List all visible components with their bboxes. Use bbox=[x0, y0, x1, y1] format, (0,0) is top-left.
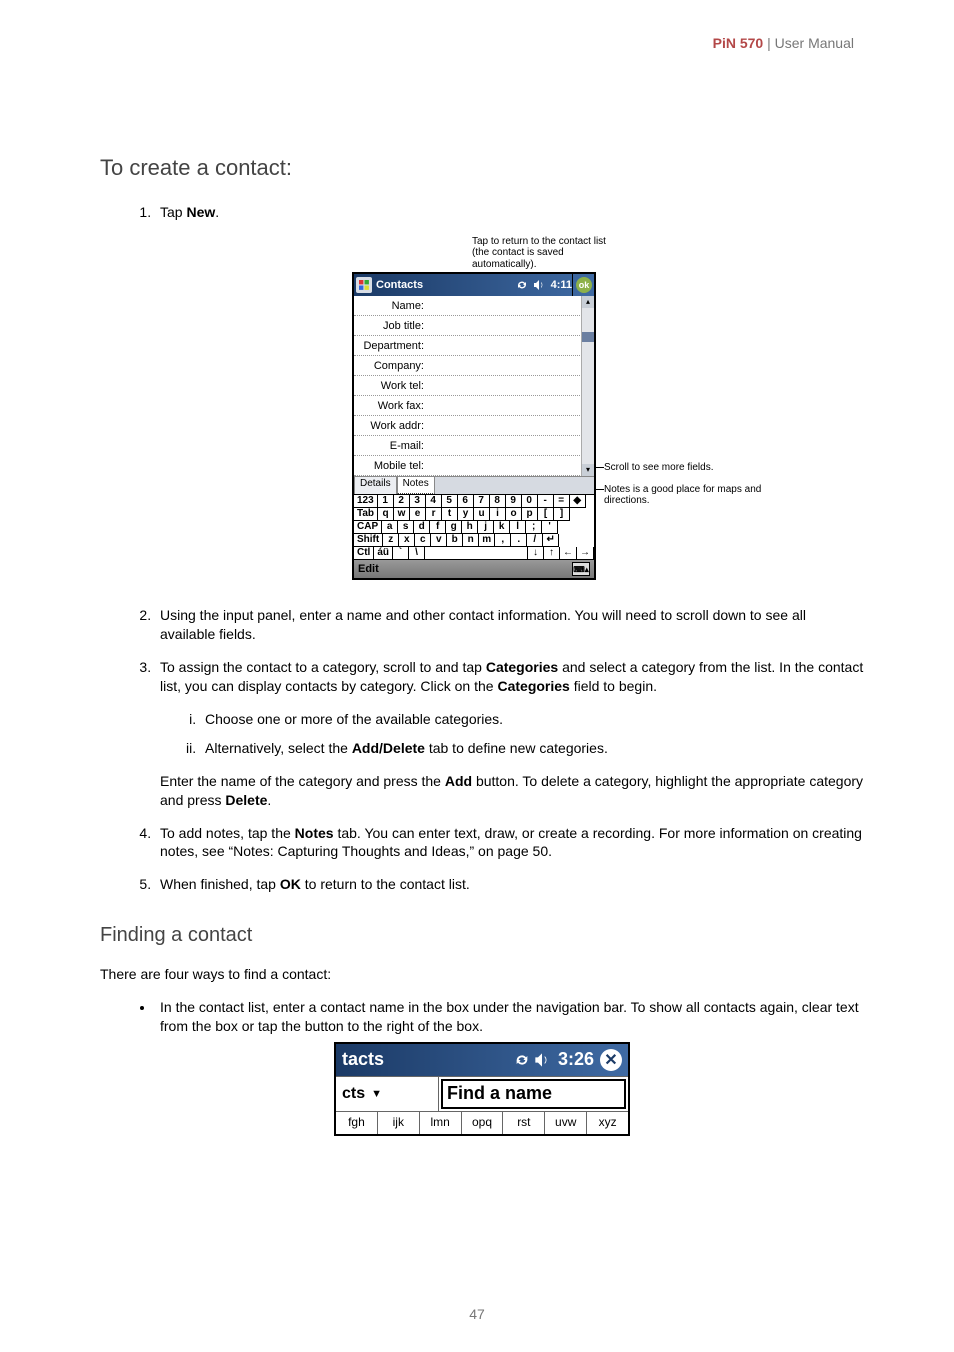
tab-details[interactable]: Details bbox=[354, 477, 397, 494]
alpha-tab[interactable]: uvw bbox=[545, 1112, 587, 1134]
field-label: Company: bbox=[356, 360, 427, 372]
alpha-tab[interactable]: fgh bbox=[336, 1112, 378, 1134]
department-input[interactable] bbox=[427, 339, 594, 353]
find-input[interactable]: Find a name bbox=[441, 1079, 626, 1109]
alpha-tab[interactable]: lmn bbox=[420, 1112, 462, 1134]
step-3ii: Alternatively, select the Add/Delete tab… bbox=[200, 739, 864, 758]
tab-notes[interactable]: Notes bbox=[397, 477, 435, 494]
dropdown-icon: ▼ bbox=[371, 1088, 382, 1100]
clock-time-2: 3:26 bbox=[558, 1049, 594, 1070]
scroll-up-icon[interactable]: ▴ bbox=[582, 296, 594, 308]
field-label: Work tel: bbox=[356, 380, 427, 392]
callout-ok: Tap to return to the contact list (the c… bbox=[472, 236, 622, 271]
edit-menu[interactable]: Edit bbox=[358, 563, 379, 575]
step-2: Using the input panel, enter a name and … bbox=[155, 606, 864, 644]
callout-notes: Notes is a good place for maps and direc… bbox=[604, 484, 774, 507]
jobtitle-input[interactable] bbox=[427, 319, 594, 333]
start-icon[interactable] bbox=[356, 277, 372, 293]
bottom-bar: Edit ⌨▴ bbox=[354, 560, 594, 578]
fields-scrollbar[interactable]: ▴ ▾ bbox=[581, 296, 594, 476]
mobiletel-input[interactable] bbox=[427, 459, 594, 473]
filter-dropdown[interactable]: cts ▼ bbox=[336, 1077, 439, 1111]
alpha-tab[interactable]: rst bbox=[503, 1112, 545, 1134]
step-4: To add notes, tap the Notes tab. You can… bbox=[155, 824, 864, 862]
sync-icon bbox=[516, 279, 528, 291]
title-bar-2: tacts 3:26 ✕ bbox=[336, 1044, 628, 1076]
finding-contact-heading: Finding a contact bbox=[100, 924, 864, 947]
speaker-icon bbox=[534, 1052, 550, 1068]
app-title: Contacts bbox=[376, 279, 423, 291]
device-screenshot-2: tacts 3:26 ✕ cts ▼ Find a name fgh ijk l… bbox=[334, 1042, 630, 1136]
workaddr-input[interactable] bbox=[427, 419, 580, 433]
field-label: Department: bbox=[356, 340, 427, 352]
sync-icon bbox=[514, 1052, 530, 1068]
step-1: Tap New. bbox=[155, 203, 864, 222]
input-panel-icon[interactable]: ⌨▴ bbox=[572, 562, 590, 576]
doc-title: User Manual bbox=[775, 35, 854, 51]
app-title-2: tacts bbox=[342, 1049, 384, 1070]
close-icon[interactable]: ✕ bbox=[600, 1049, 622, 1071]
step-3-followup: Enter the name of the category and press… bbox=[160, 772, 864, 810]
email-input[interactable] bbox=[427, 439, 594, 453]
create-contact-heading: To create a contact: bbox=[100, 155, 864, 181]
ok-button[interactable]: ok bbox=[576, 277, 592, 293]
step-5: When finished, tap OK to return to the c… bbox=[155, 875, 864, 894]
brand-name: PiN 570 bbox=[713, 35, 764, 51]
scroll-thumb[interactable] bbox=[582, 332, 594, 342]
form-tabs: Details Notes bbox=[354, 476, 594, 494]
company-input[interactable] bbox=[427, 359, 594, 373]
name-input[interactable] bbox=[427, 299, 580, 313]
spacebar-key[interactable] bbox=[425, 547, 528, 560]
callout-scroll: Scroll to see more fields. bbox=[604, 462, 774, 474]
worktel-input[interactable] bbox=[427, 379, 594, 393]
field-label: Job title: bbox=[356, 320, 427, 332]
field-label: Mobile tel: bbox=[356, 460, 427, 472]
step-3i: Choose one or more of the available cate… bbox=[200, 710, 864, 729]
device-screenshot-1: Contacts 4:11 ok Name: ▾ Job title: Depar… bbox=[352, 272, 596, 580]
workfax-input[interactable] bbox=[427, 399, 594, 413]
onscreen-keyboard[interactable]: 1231234567890-=◆ Tabqwertyuiop[] CAPasdf… bbox=[354, 494, 594, 560]
clock-time: 4:11 bbox=[551, 279, 572, 291]
title-bar: Contacts 4:11 ok bbox=[354, 274, 594, 296]
find-intro: There are four ways to find a contact: bbox=[100, 965, 864, 984]
page-number: 47 bbox=[0, 1306, 954, 1322]
new-label: New bbox=[186, 204, 215, 220]
page-header: PiN 570 | User Manual bbox=[713, 35, 854, 51]
alpha-tab[interactable]: opq bbox=[462, 1112, 504, 1134]
field-label: Work fax: bbox=[356, 400, 427, 412]
speaker-icon bbox=[533, 279, 545, 291]
figure-new-contact: Tap to return to the contact list (the c… bbox=[226, 236, 738, 581]
status-icons bbox=[516, 279, 547, 291]
alpha-tab[interactable]: ijk bbox=[378, 1112, 420, 1134]
step-3: To assign the contact to a category, scr… bbox=[155, 658, 864, 809]
field-label: Name: bbox=[356, 300, 427, 312]
alpha-tab[interactable]: xyz bbox=[587, 1112, 628, 1134]
field-label: Work addr: bbox=[356, 420, 427, 432]
header-divider: | bbox=[763, 35, 774, 51]
field-label: E-mail: bbox=[356, 440, 427, 452]
find-bullet-1: In the contact list, enter a contact nam… bbox=[155, 998, 864, 1036]
alpha-tabs: fgh ijk lmn opq rst uvw xyz bbox=[336, 1111, 628, 1134]
contact-fields: Name: ▾ Job title: Department: Company: W… bbox=[354, 296, 594, 476]
scroll-down-icon[interactable]: ▾ bbox=[582, 464, 594, 476]
